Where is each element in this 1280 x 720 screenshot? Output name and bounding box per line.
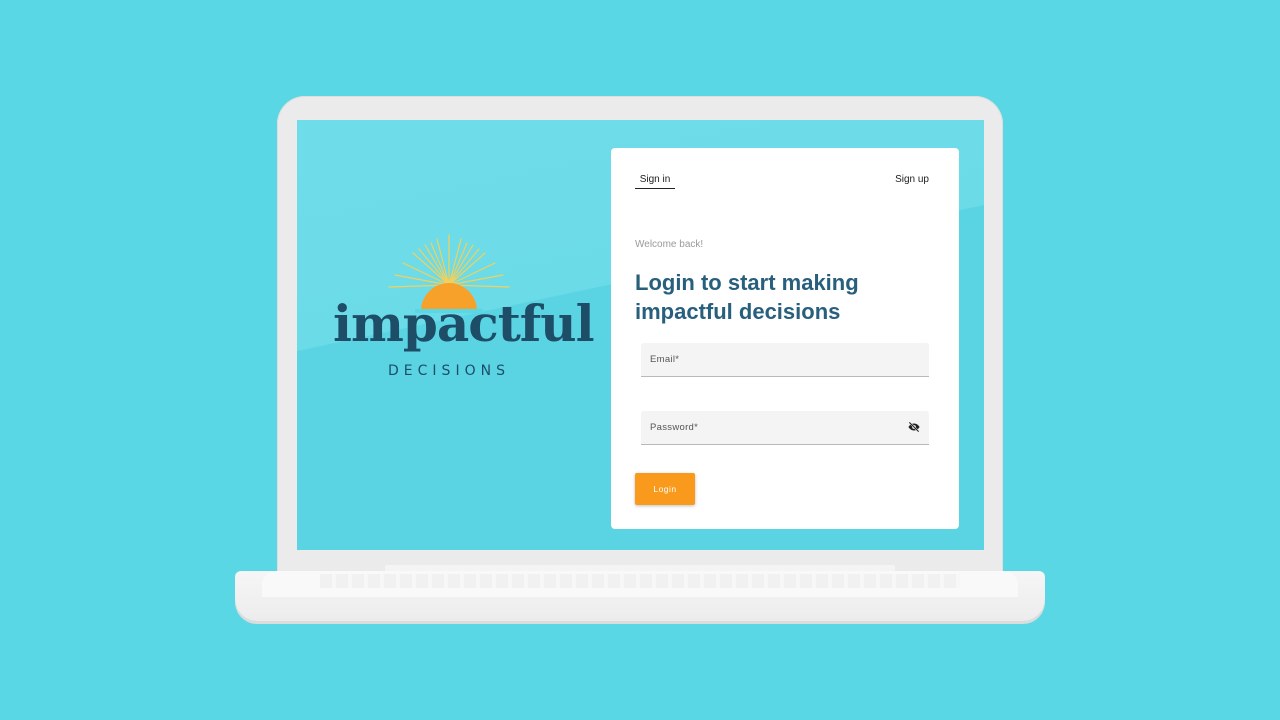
password-field[interactable]: Password* bbox=[641, 411, 929, 445]
login-button[interactable]: Login bbox=[635, 473, 695, 505]
login-card: Sign in Sign up Welcome back! Login to s… bbox=[611, 148, 959, 529]
page-title: Login to start making impactful decision… bbox=[635, 270, 859, 324]
eye-slash-icon[interactable] bbox=[907, 420, 921, 434]
logo-wordmark: impactful bbox=[333, 294, 595, 353]
tab-sign-up[interactable]: Sign up bbox=[895, 174, 929, 185]
laptop-keyboard bbox=[320, 574, 960, 588]
impactful-decisions-logo: impactful DECISIONS bbox=[333, 233, 595, 383]
email-label: Email* bbox=[650, 354, 680, 365]
welcome-text: Welcome back! bbox=[635, 239, 704, 250]
email-field[interactable]: Email* bbox=[641, 343, 929, 377]
tab-sign-in[interactable]: Sign in bbox=[635, 174, 675, 189]
logo-subtitle: DECISIONS bbox=[388, 363, 510, 379]
password-label: Password* bbox=[650, 422, 699, 433]
